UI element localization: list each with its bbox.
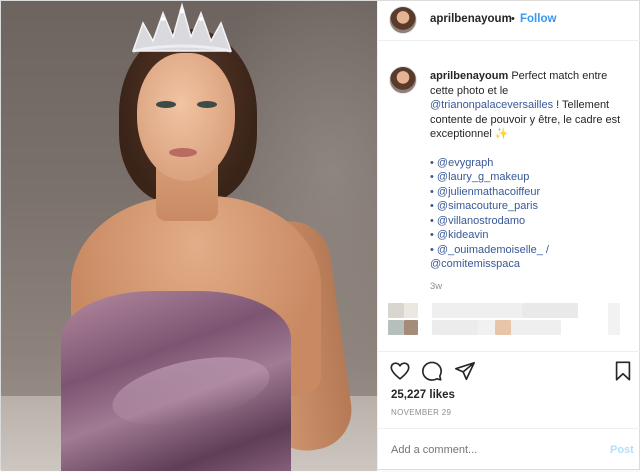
blurred-avatar bbox=[404, 303, 418, 318]
mention-link[interactable]: • @evygraph bbox=[430, 156, 630, 171]
blurred-text bbox=[432, 320, 478, 335]
photo-lips bbox=[169, 148, 197, 157]
follow-button[interactable]: Follow bbox=[520, 13, 556, 25]
sparkle-emoji: ✨ bbox=[494, 128, 509, 140]
separator-dot: • bbox=[511, 13, 515, 25]
save-button[interactable] bbox=[612, 360, 634, 382]
comment-input[interactable] bbox=[391, 444, 591, 456]
paper-plane-icon bbox=[455, 361, 475, 381]
post-actions: 25,227 likes NOVEMBER 29 Post bbox=[378, 351, 640, 471]
time-ago: 3w bbox=[430, 281, 443, 292]
blurred-text bbox=[495, 320, 511, 335]
mention-link[interactable]: • @villanostrodamo bbox=[430, 214, 630, 229]
post-caption: aprilbenayoum Perfect match entre cette … bbox=[430, 69, 630, 272]
post-header: aprilbenayoum • Follow bbox=[378, 1, 640, 41]
post-date: NOVEMBER 29 bbox=[391, 408, 452, 417]
photo-face bbox=[137, 53, 235, 181]
post-photo[interactable] bbox=[1, 1, 377, 471]
post-side-panel: aprilbenayoum • Follow aprilbenayoum Per… bbox=[377, 1, 640, 471]
blurred-text bbox=[511, 320, 561, 335]
blurred-avatar bbox=[388, 303, 404, 318]
username-link[interactable]: aprilbenayoum bbox=[430, 13, 512, 25]
photo-eye-right bbox=[197, 101, 217, 108]
post-comment-button[interactable]: Post bbox=[610, 444, 634, 456]
mention-link[interactable]: • @kideavin bbox=[430, 228, 630, 243]
blurred-avatar bbox=[404, 320, 418, 335]
speech-bubble-icon bbox=[422, 361, 442, 381]
blurred-text bbox=[432, 303, 522, 318]
instagram-post: aprilbenayoum • Follow aprilbenayoum Per… bbox=[0, 0, 640, 471]
blurred-text bbox=[608, 303, 620, 335]
tiara-icon bbox=[131, 2, 233, 53]
mention-link[interactable]: • @simacouture_paris bbox=[430, 199, 630, 214]
comment-button[interactable] bbox=[421, 360, 443, 382]
share-button[interactable] bbox=[454, 360, 476, 382]
add-comment-bar: Post bbox=[378, 428, 640, 472]
mention-link[interactable]: • @laury_g_makeup bbox=[430, 170, 630, 185]
photo-eye-left bbox=[156, 101, 176, 108]
mention-link[interactable]: @trianonpalaceversailles bbox=[430, 99, 553, 111]
like-button[interactable] bbox=[389, 360, 411, 382]
caption-username[interactable]: aprilbenayoum bbox=[430, 70, 508, 82]
credits-list: • @evygraph • @laury_g_makeup • @julienm… bbox=[430, 156, 630, 272]
likes-count[interactable]: 25,227 likes bbox=[391, 389, 455, 401]
mention-link[interactable]: • @julienmathacoiffeur bbox=[430, 185, 630, 200]
caption-avatar[interactable] bbox=[389, 66, 417, 94]
avatar[interactable] bbox=[389, 6, 417, 34]
bookmark-icon bbox=[615, 361, 631, 381]
comments-section: aprilbenayoum Perfect match entre cette … bbox=[378, 41, 640, 351]
blurred-avatar bbox=[388, 320, 404, 335]
blurred-comment-row bbox=[378, 303, 640, 343]
blurred-text bbox=[522, 303, 578, 318]
mention-link[interactable]: • @_ouimademoiselle_ / bbox=[430, 243, 630, 258]
mention-link[interactable]: @comitemisspaca bbox=[430, 257, 630, 272]
heart-icon bbox=[390, 362, 410, 380]
blurred-text bbox=[478, 320, 495, 335]
